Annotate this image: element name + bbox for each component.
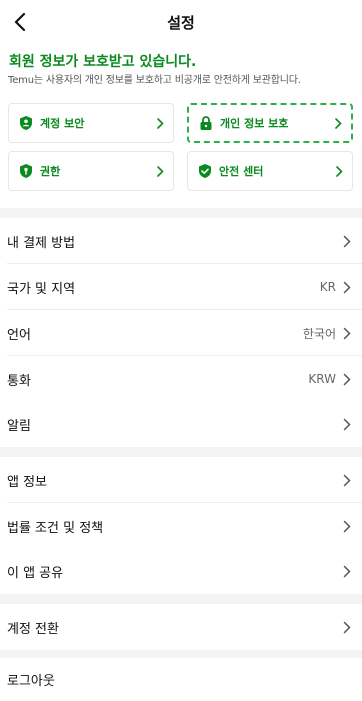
- page-title: 설정: [167, 13, 195, 32]
- chevron-right-icon: [342, 519, 352, 533]
- chevron-right-icon: [342, 564, 352, 578]
- section-divider: [0, 447, 362, 457]
- row-value: KR: [319, 280, 336, 294]
- row-label: 내 결제 방법: [7, 235, 76, 251]
- app-info-row[interactable]: 앱 정보: [0, 457, 362, 503]
- chevron-right-icon: [155, 117, 165, 129]
- card-label: 안전 센터: [219, 165, 264, 178]
- country-region-row[interactable]: 국가 및 지역 KR: [0, 264, 362, 310]
- chevron-right-icon: [342, 326, 352, 340]
- shield-check-icon: [197, 163, 213, 179]
- chevron-right-icon: [334, 165, 344, 177]
- security-cards: 계정 보안 개인 정보 보호 권한 안전 센터: [8, 103, 354, 191]
- account-security-card[interactable]: 계정 보안: [8, 103, 174, 143]
- share-app-row[interactable]: 이 앱 공유: [0, 548, 362, 594]
- chevron-right-icon: [342, 234, 352, 248]
- row-label: 언어: [7, 327, 31, 343]
- chevron-right-icon: [342, 620, 352, 634]
- section-divider: [0, 594, 362, 604]
- section-divider: [0, 208, 362, 218]
- switch-account-row[interactable]: 계정 전환: [0, 604, 362, 650]
- notifications-row[interactable]: 알림: [0, 401, 362, 447]
- legal-terms-row[interactable]: 법률 조건 및 정책: [0, 503, 362, 549]
- card-label: 계정 보안: [40, 117, 85, 130]
- row-label: 통화: [7, 373, 31, 389]
- row-label: 앱 정보: [7, 474, 48, 490]
- chevron-right-icon: [333, 117, 343, 129]
- chevron-right-icon: [342, 417, 352, 431]
- privacy-description: Temu는 사용자의 개인 정보를 보호하고 비공개로 안전하게 보관합니다.: [8, 75, 301, 86]
- chevron-right-icon: [342, 280, 352, 294]
- row-label: 이 앱 공유: [7, 565, 64, 581]
- account-lock-icon: [18, 115, 34, 131]
- privacy-notice: 회원 정보가 보호받고 있습니다. Temu는 사용자의 개인 정보를 보호하고…: [0, 52, 362, 90]
- chevron-right-icon: [155, 165, 165, 177]
- row-label: 계정 전환: [7, 621, 59, 637]
- privacy-protection-card[interactable]: 개인 정보 보호: [187, 103, 353, 143]
- chevron-left-icon: [14, 13, 26, 31]
- row-label: 알림: [7, 418, 31, 434]
- language-row[interactable]: 언어 한국어: [0, 310, 362, 356]
- chevron-right-icon: [342, 372, 352, 386]
- padlock-icon: [198, 115, 214, 131]
- row-label: 국가 및 지역: [7, 281, 76, 297]
- row-value: KRW: [308, 372, 336, 386]
- top-bar: 설정: [0, 0, 362, 44]
- safety-center-card[interactable]: 안전 센터: [187, 151, 353, 191]
- shield-key-icon: [18, 163, 34, 179]
- back-button[interactable]: [6, 8, 34, 36]
- payment-methods-row[interactable]: 내 결제 방법: [0, 218, 362, 264]
- logout-label: 로그아웃: [7, 674, 55, 689]
- card-label: 권한: [40, 165, 61, 178]
- currency-row[interactable]: 통화 KRW: [0, 356, 362, 402]
- logout-row[interactable]: 로그아웃: [0, 658, 362, 701]
- card-label: 개인 정보 보호: [220, 117, 289, 130]
- permissions-card[interactable]: 권한: [8, 151, 174, 191]
- chevron-right-icon: [342, 473, 352, 487]
- row-value: 한국어: [302, 326, 336, 341]
- privacy-title: 회원 정보가 보호받고 있습니다.: [9, 54, 197, 70]
- row-label: 법률 조건 및 정책: [7, 520, 104, 536]
